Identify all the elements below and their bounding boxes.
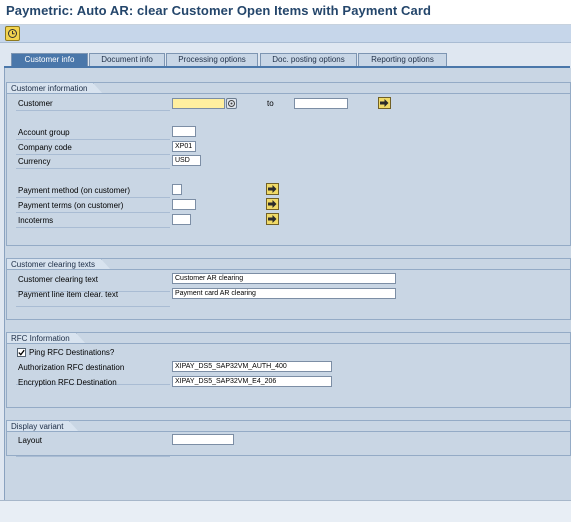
payment-terms-label: Payment terms (on customer) [18,201,124,210]
tab-reporting-options[interactable]: Reporting options [358,53,447,66]
checkmark-icon [18,349,25,356]
currency-label: Currency [18,157,51,166]
display-variant-group: Display variant Layout [6,420,571,457]
clock-execute-icon [8,29,17,38]
incoterms-multi-button[interactable] [266,213,279,225]
enc-rfc-label: Encryption RFC Destination [18,378,117,387]
arrow-right-icon [268,200,277,208]
line-item-text-input[interactable]: Payment card AR clearing [172,288,396,299]
payment-terms-input[interactable] [172,199,196,210]
company-code-input[interactable]: XP01 [172,141,196,152]
layout-label: Layout [18,436,43,445]
ping-rfc-checkbox[interactable] [17,348,26,357]
layout-input[interactable] [172,434,234,445]
currency-input[interactable]: USD [172,155,201,166]
search-help-icon [228,100,235,107]
payment-method-multi-button[interactable] [266,183,279,195]
customer-to-input[interactable] [294,98,348,109]
tab-document-info[interactable]: Document info [89,53,165,66]
company-code-label: Company code [18,143,72,152]
account-group-input[interactable] [172,126,196,137]
customer-from-input[interactable] [172,98,225,109]
rfc-information-group: RFC Information Ping RFC Destinations? A… [6,332,571,408]
incoterms-label: Incoterms [18,216,54,225]
customer-label: Customer [18,99,53,108]
multiple-selection-button[interactable] [378,97,391,109]
clearing-text-input[interactable]: Customer AR clearing [172,273,396,284]
title-bar: Paymetric: Auto AR: clear Customer Open … [0,0,571,25]
arrow-right-icon [268,185,277,193]
matchcode-button[interactable] [226,98,237,109]
page-title: Paymetric: Auto AR: clear Customer Open … [6,3,432,18]
auth-rfc-input[interactable]: XIPAY_DS5_SAP32VM_AUTH_400 [172,361,332,372]
tab-processing-options[interactable]: Processing options [166,53,258,66]
payment-method-input[interactable] [172,184,182,195]
customer-clearing-texts-group: Customer clearing texts Customer clearin… [6,258,571,320]
clearing-text-label: Customer clearing text [18,275,99,284]
arrow-right-icon [268,215,277,223]
ping-rfc-label: Ping RFC Destinations? [29,348,115,357]
tab-strip: Customer info Document info Processing o… [0,43,571,67]
enc-rfc-input[interactable]: XIPAY_DS5_SAP32VM_E4_206 [172,376,332,387]
line-item-text-label: Payment line item clear. text [18,290,119,299]
to-label: to [267,99,274,108]
payment-method-label: Payment method (on customer) [18,186,131,195]
application-toolbar [0,25,571,43]
auth-rfc-label: Authorization RFC destination [18,363,125,372]
customer-information-group: Customer information Customer to Account… [6,82,571,246]
arrow-right-icon [380,99,389,107]
execute-button[interactable] [5,26,20,41]
payment-terms-multi-button[interactable] [266,198,279,210]
account-group-label: Account group [18,128,70,137]
tab-doc-posting-options[interactable]: Doc. posting options [260,53,357,66]
incoterms-input[interactable] [172,214,191,225]
tab-customer-info[interactable]: Customer info [11,53,88,66]
status-bar [0,500,571,522]
